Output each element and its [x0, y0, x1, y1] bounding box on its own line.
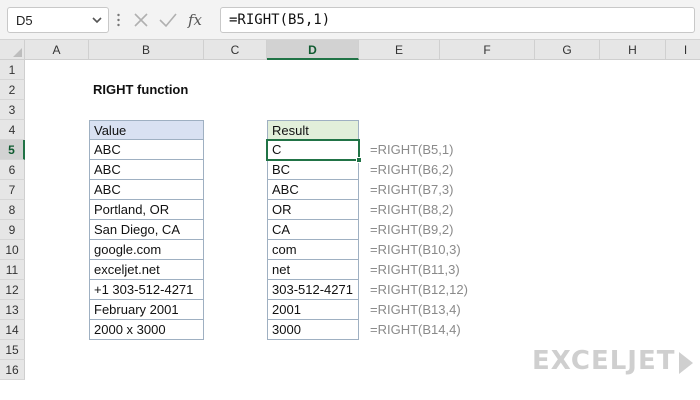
- row-header-12[interactable]: 12: [0, 280, 25, 300]
- formula-buttons: fx: [128, 9, 212, 31]
- row-header-10[interactable]: 10: [0, 240, 25, 260]
- row-header-13[interactable]: 13: [0, 300, 25, 320]
- value-cell[interactable]: +1 303-512-4271: [89, 280, 204, 300]
- value-cell[interactable]: ABC: [89, 140, 204, 160]
- chevron-down-icon[interactable]: [90, 12, 104, 28]
- cancel-x-icon[interactable]: [132, 11, 150, 29]
- column-header-h[interactable]: H: [600, 40, 666, 60]
- value-cell[interactable]: Portland, OR: [89, 200, 204, 220]
- column-header-g[interactable]: G: [535, 40, 600, 60]
- result-cell[interactable]: 303-512-4271: [267, 280, 359, 300]
- row-header-14[interactable]: 14: [0, 320, 25, 340]
- column-header-a[interactable]: A: [25, 40, 89, 60]
- result-cell[interactable]: 2001: [267, 300, 359, 320]
- value-cell[interactable]: February 2001: [89, 300, 204, 320]
- row-header-4[interactable]: 4: [0, 120, 25, 140]
- row-header-7[interactable]: 7: [0, 180, 25, 200]
- formula-input[interactable]: =RIGHT(B5,1): [220, 7, 695, 33]
- result-cell[interactable]: BC: [267, 160, 359, 180]
- column-header-f[interactable]: F: [440, 40, 535, 60]
- logo-text: EXCELJET: [532, 346, 676, 376]
- column-header-c[interactable]: C: [204, 40, 267, 60]
- formula-note[interactable]: =RIGHT(B11,3): [367, 260, 477, 280]
- name-box[interactable]: D5: [7, 7, 109, 33]
- value-cell[interactable]: google.com: [89, 240, 204, 260]
- row-header-5[interactable]: 5: [0, 140, 25, 160]
- row-header-8[interactable]: 8: [0, 200, 25, 220]
- sheet-title[interactable]: RIGHT function: [89, 80, 249, 100]
- column-header-i[interactable]: I: [666, 40, 700, 60]
- result-cell[interactable]: com: [267, 240, 359, 260]
- checkmark-icon[interactable]: [158, 11, 178, 29]
- value-cell[interactable]: 2000 x 3000: [89, 320, 204, 340]
- row-header-11[interactable]: 11: [0, 260, 25, 280]
- result-cell[interactable]: net: [267, 260, 359, 280]
- formula-bar: D5 fx =RIGHT(B5,1): [0, 0, 700, 40]
- row-header-9[interactable]: 9: [0, 220, 25, 240]
- formula-note[interactable]: =RIGHT(B14,4): [367, 320, 477, 340]
- formula-note[interactable]: =RIGHT(B7,3): [367, 180, 477, 200]
- select-all-triangle-icon: [13, 48, 22, 57]
- row-header-3[interactable]: 3: [0, 100, 25, 120]
- column-header-d[interactable]: D: [267, 40, 359, 60]
- row-header-2[interactable]: 2: [0, 80, 25, 100]
- value-cell[interactable]: exceljet.net: [89, 260, 204, 280]
- row-header-16[interactable]: 16: [0, 360, 25, 380]
- result-cell[interactable]: 3000: [267, 320, 359, 340]
- formula-text: =RIGHT(B5,1): [229, 12, 331, 28]
- value-header[interactable]: Value: [89, 120, 204, 140]
- active-cell-outline[interactable]: [266, 139, 360, 161]
- column-header-b[interactable]: B: [89, 40, 204, 60]
- fx-icon[interactable]: fx: [186, 11, 210, 29]
- name-box-value: D5: [16, 13, 33, 28]
- result-cell[interactable]: OR: [267, 200, 359, 220]
- result-header[interactable]: Result: [267, 120, 359, 140]
- formula-note[interactable]: =RIGHT(B13,4): [367, 300, 477, 320]
- column-header-e[interactable]: E: [359, 40, 440, 60]
- formula-note[interactable]: =RIGHT(B6,2): [367, 160, 477, 180]
- row-header-6[interactable]: 6: [0, 160, 25, 180]
- row-header-1[interactable]: 1: [0, 60, 25, 80]
- result-cell[interactable]: ABC: [267, 180, 359, 200]
- formula-note[interactable]: =RIGHT(B8,2): [367, 200, 477, 220]
- value-cell[interactable]: San Diego, CA: [89, 220, 204, 240]
- fill-handle[interactable]: [356, 157, 362, 163]
- select-all-corner[interactable]: [0, 40, 25, 60]
- value-cell[interactable]: ABC: [89, 180, 204, 200]
- row-header-15[interactable]: 15: [0, 340, 25, 360]
- formula-note[interactable]: =RIGHT(B9,2): [367, 220, 477, 240]
- vertical-dots-icon: [117, 13, 120, 27]
- value-cell[interactable]: ABC: [89, 160, 204, 180]
- formula-note[interactable]: =RIGHT(B10,3): [367, 240, 477, 260]
- formula-note[interactable]: =RIGHT(B5,1): [367, 140, 477, 160]
- logo-arrow-icon: [679, 352, 693, 374]
- result-cell[interactable]: CA: [267, 220, 359, 240]
- svg-text:fx: fx: [187, 11, 203, 29]
- formula-note[interactable]: =RIGHT(B12,12): [367, 280, 477, 300]
